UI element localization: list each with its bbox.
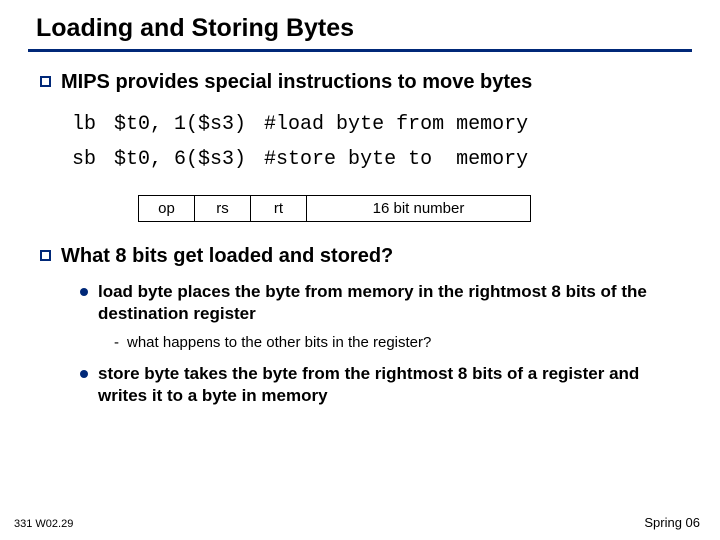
code-row: lb $t0, 1($s3) #load byte from memory: [72, 107, 546, 142]
code-mnemonic: lb: [72, 107, 114, 142]
bullet-text: What 8 bits get loaded and stored?: [61, 244, 393, 269]
code-row: sb $t0, 6($s3) #store byte to memory: [72, 142, 546, 177]
sub-bullet-text: store byte takes the byte from the right…: [98, 363, 678, 407]
code-args: $t0, 1($s3): [114, 107, 264, 142]
bullet-item: MIPS provides special instructions to mo…: [40, 70, 692, 95]
instruction-format-table: op rs rt 16 bit number: [138, 195, 531, 222]
footer-right: Spring 06: [644, 515, 700, 530]
fmt-field: rs: [195, 196, 251, 222]
code-mnemonic: sb: [72, 142, 114, 177]
fmt-field: rt: [251, 196, 307, 222]
code-args: $t0, 6($s3): [114, 142, 264, 177]
sub-bullet-item: load byte places the byte from memory in…: [80, 281, 692, 325]
bullet-text: MIPS provides special instructions to mo…: [61, 70, 532, 95]
code-comment: #load byte from memory: [264, 107, 546, 142]
sub-bullet-text: load byte places the byte from memory in…: [98, 281, 678, 325]
square-bullet-icon: [40, 76, 51, 87]
dot-bullet-icon: [80, 370, 88, 378]
sub-bullet-item: store byte takes the byte from the right…: [80, 363, 692, 407]
bullet-item: What 8 bits get loaded and stored?: [40, 244, 692, 269]
dash-bullet-text: what happens to the other bits in the re…: [127, 333, 431, 353]
footer-left: 331 W02.29: [14, 518, 73, 530]
fmt-field: 16 bit number: [307, 196, 531, 222]
fmt-field: op: [139, 196, 195, 222]
square-bullet-icon: [40, 250, 51, 261]
dash-bullet-item: - what happens to the other bits in the …: [114, 333, 692, 353]
dash-bullet-icon: -: [114, 334, 119, 351]
title-rule: [28, 49, 692, 52]
code-comment: #store byte to memory: [264, 142, 546, 177]
slide-title: Loading and Storing Bytes: [28, 14, 692, 49]
code-example-table: lb $t0, 1($s3) #load byte from memory sb…: [72, 107, 546, 177]
dot-bullet-icon: [80, 288, 88, 296]
